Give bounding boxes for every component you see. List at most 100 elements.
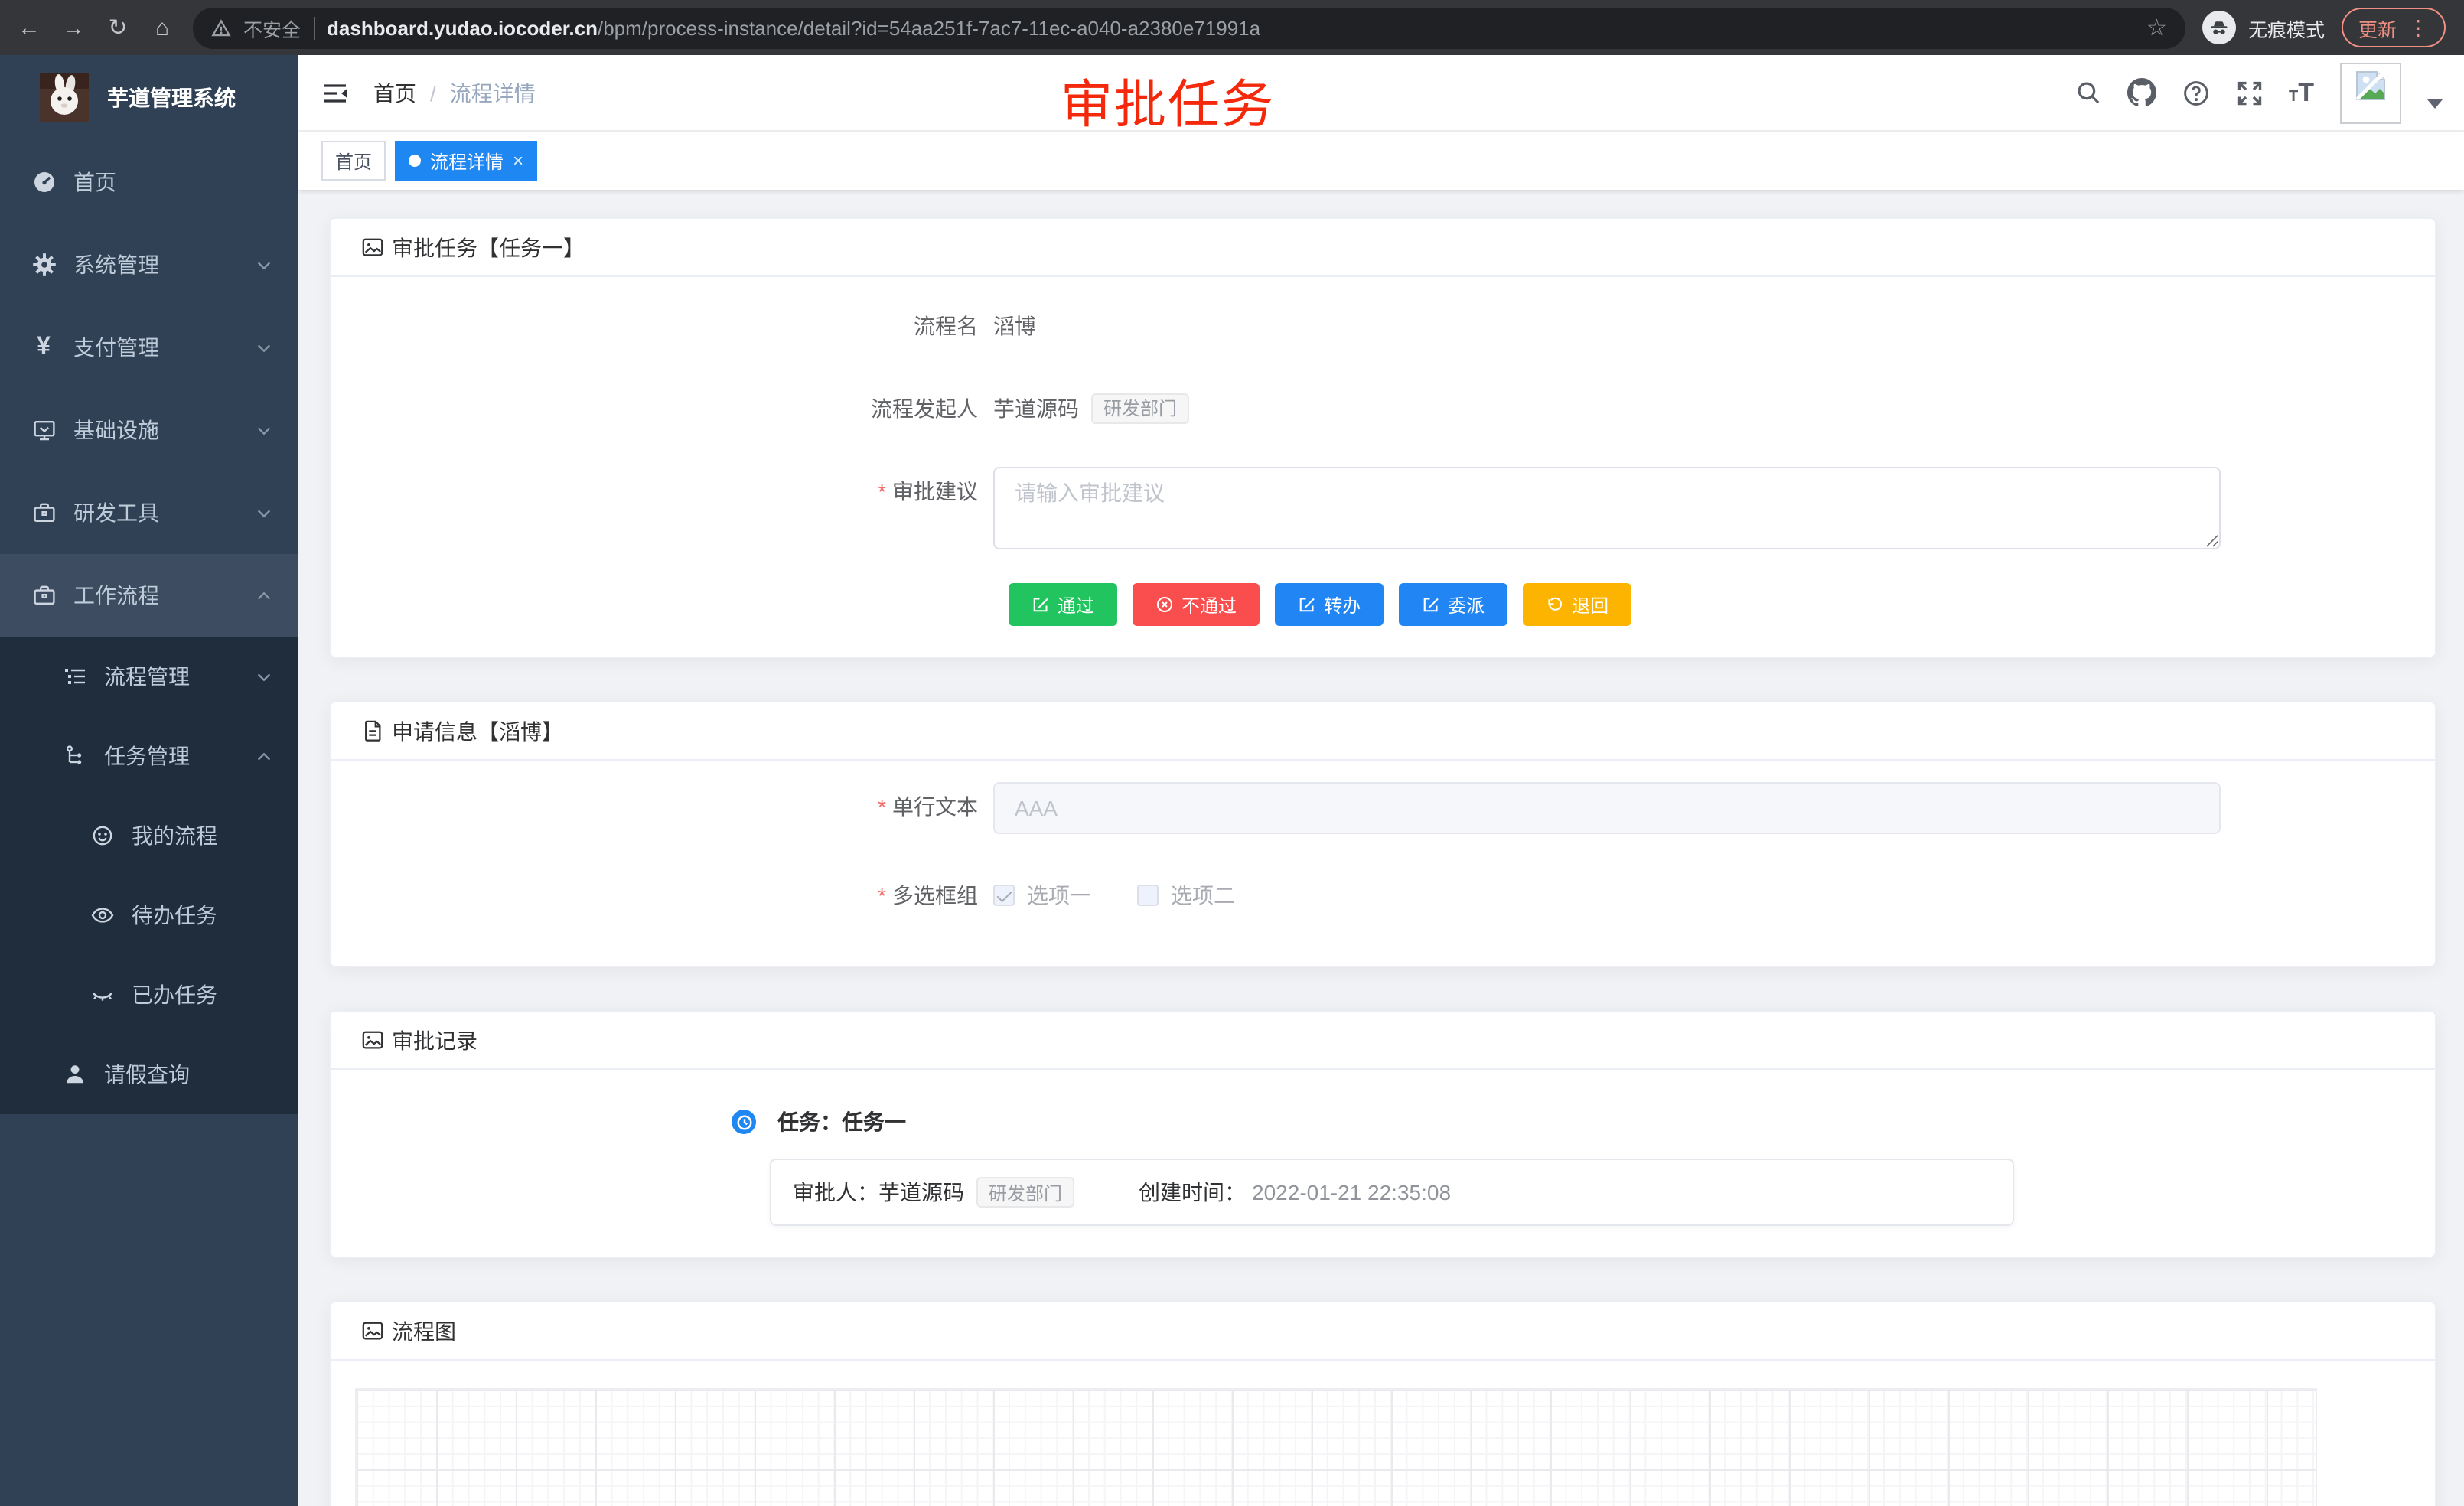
approver-name: 芋道源码 [878, 1177, 964, 1208]
sidebar-item-devtools[interactable]: 研发工具 [0, 471, 298, 554]
breadcrumb-home[interactable]: 首页 [373, 77, 416, 108]
sidebar-item-my-process[interactable]: 我的流程 [0, 796, 298, 875]
sidebar-item-label: 待办任务 [132, 900, 217, 931]
checkbox-option-2: 选项二 [1137, 871, 1235, 920]
sidebar-item-label: 基础设施 [73, 415, 159, 445]
monitor-icon [31, 418, 57, 442]
dashboard-icon [31, 170, 57, 194]
field-value: 芋道源码 研发部门 [993, 384, 1189, 433]
form-row-suggestion: 审批建议 [361, 467, 2404, 549]
breadcrumb-separator: / [430, 80, 436, 105]
flow-diagram-card: 流程图 [329, 1301, 2436, 1506]
sidebar-item-label: 系统管理 [73, 249, 159, 280]
created-time: 2022-01-21 22:35:08 [1252, 1180, 1451, 1204]
tab-active-dot [409, 155, 421, 167]
address-bar[interactable]: 不安全 dashboard.yudao.iocoder.cn/bpm/proce… [193, 7, 2185, 48]
card-header: 审批记录 [331, 1012, 2435, 1070]
approval-records-card: 审批记录 任务：任务一 审批人：芋道源码 研发部门 创建时间： 2022-01-… [329, 1010, 2436, 1258]
incognito-label: 无痕模式 [2248, 13, 2325, 42]
field-value: 滔博 [993, 302, 1036, 350]
sidebar-item-todo-tasks[interactable]: 待办任务 [0, 875, 298, 955]
app-header: 首页 / 流程详情 审批任务 TT [298, 55, 2464, 132]
sidebar: 芋道管理系统 首页 系统管理 ¥ 支付管理 [0, 55, 298, 1506]
card-header: 申请信息【滔博】 [331, 702, 2435, 761]
sidebar-item-label: 工作流程 [73, 580, 159, 611]
sidebar-item-label: 已办任务 [132, 980, 217, 1010]
tags-view-bar: 首页 流程详情 × [298, 132, 2464, 190]
card-header: 流程图 [331, 1302, 2435, 1361]
github-icon[interactable] [2127, 78, 2156, 107]
picture-icon [361, 236, 384, 259]
transfer-button[interactable]: 转办 [1275, 583, 1384, 626]
timeline-node: 任务：任务一 [732, 1107, 2404, 1137]
avatar-caret-icon[interactable] [2427, 99, 2443, 108]
bookmark-star-icon[interactable]: ☆ [2146, 14, 2167, 41]
back-icon[interactable]: ← [15, 16, 43, 39]
incognito-indicator: 无痕模式 [2202, 11, 2325, 44]
form-row-checkboxes: 多选框组 选项一 选项二 [361, 871, 2404, 920]
tab-home[interactable]: 首页 [321, 141, 386, 181]
search-icon[interactable] [2075, 80, 2101, 106]
sidebar-item-done-tasks[interactable]: 已办任务 [0, 955, 298, 1035]
avatar[interactable] [2340, 62, 2401, 123]
initiator-name: 芋道源码 [993, 384, 1079, 433]
sidebar-item-workflow[interactable]: 工作流程 [0, 554, 298, 637]
help-icon[interactable] [2182, 79, 2209, 106]
field-label: 流程发起人 [361, 384, 993, 433]
picture-icon [361, 1028, 384, 1051]
not-secure-warning-icon [211, 18, 231, 37]
reject-button[interactable]: 不通过 [1133, 583, 1260, 626]
sidebar-item-infrastructure[interactable]: 基础设施 [0, 389, 298, 471]
red-annotation-text: 审批任务 [1061, 63, 1275, 138]
eye-closed-icon [89, 983, 115, 1007]
flow-tree-icon [61, 744, 87, 768]
broken-image-icon [2354, 68, 2387, 102]
sidebar-item-leave-query[interactable]: 请假查询 [0, 1035, 298, 1114]
toolbox-icon [31, 500, 57, 525]
tab-close-icon[interactable]: × [513, 152, 523, 170]
sidebar-item-system[interactable]: 系统管理 [0, 223, 298, 306]
return-button[interactable]: 退回 [1523, 583, 1631, 626]
sidebar-item-label: 首页 [73, 167, 116, 197]
delegate-button[interactable]: 委派 [1399, 583, 1507, 626]
sidebar-item-process-management[interactable]: 流程管理 [0, 637, 298, 716]
chevron-up-icon [256, 587, 272, 604]
application-info-card: 申请信息【滔博】 单行文本 多选框组 选项一 [329, 701, 2436, 967]
sidebar-collapse-icon[interactable] [321, 79, 349, 106]
font-size-icon[interactable]: TT [2289, 80, 2314, 106]
checkbox-option-1: 选项一 [993, 871, 1091, 920]
sidebar-item-label: 请假查询 [104, 1059, 190, 1090]
fullscreen-icon[interactable] [2235, 79, 2263, 106]
field-label: 多选框组 [361, 871, 993, 920]
incognito-icon [2202, 11, 2236, 44]
reload-icon[interactable]: ↻ [104, 16, 132, 39]
dept-tag: 研发部门 [1091, 393, 1189, 424]
security-label: 不安全 [243, 13, 301, 42]
bpmn-canvas [355, 1388, 2317, 1506]
approve-button[interactable]: 通过 [1009, 583, 1117, 626]
field-label: 审批建议 [361, 467, 993, 549]
browser-menu-icon[interactable]: ⋮ [2407, 17, 2429, 38]
eye-open-icon [89, 903, 115, 927]
single-line-text-input [993, 782, 2221, 834]
chevron-up-icon [256, 748, 272, 764]
tab-label: 流程详情 [430, 148, 504, 174]
checkbox-checked-icon [993, 885, 1015, 906]
sidebar-item-label: 任务管理 [104, 741, 190, 771]
sidebar-item-label: 支付管理 [73, 332, 159, 363]
browser-update-button[interactable]: 更新 ⋮ [2342, 8, 2446, 47]
forward-icon[interactable]: → [60, 16, 87, 39]
sidebar-item-home[interactable]: 首页 [0, 141, 298, 223]
sidebar-item-payment[interactable]: ¥ 支付管理 [0, 306, 298, 389]
dept-tag: 研发部门 [976, 1177, 1074, 1208]
gear-icon [31, 253, 57, 277]
tab-process-detail[interactable]: 流程详情 × [395, 141, 537, 181]
home-icon[interactable]: ⌂ [148, 16, 176, 39]
suggestion-textarea[interactable] [993, 467, 2221, 549]
sidebar-item-label: 流程管理 [104, 661, 190, 692]
picture-icon [361, 1319, 384, 1342]
sidebar-item-task-management[interactable]: 任务管理 [0, 716, 298, 796]
url-text: dashboard.yudao.iocoder.cn/bpm/process-i… [327, 16, 2134, 39]
face-icon [89, 823, 115, 848]
app-logo[interactable]: 芋道管理系统 [0, 55, 298, 141]
